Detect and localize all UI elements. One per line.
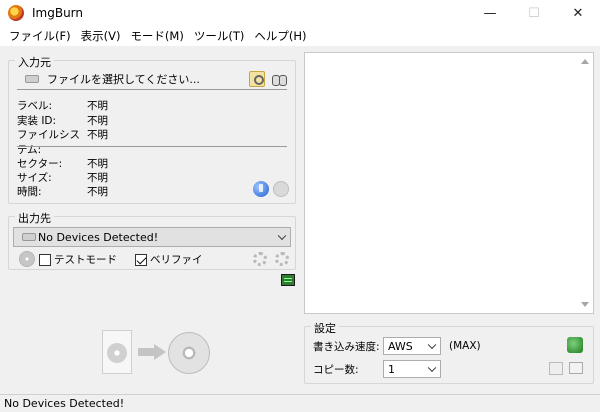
divider [17,89,287,90]
device-properties-icon[interactable] [275,252,289,266]
browse-file-icon[interactable] [249,71,265,87]
drive-icon [22,233,36,241]
write-speed-select[interactable]: AWS [383,337,441,355]
write-speed-row: 書き込み速度: AWS (MAX) [313,337,481,355]
copies-select[interactable]: 1 [383,360,441,378]
arrow-right-icon [138,344,168,360]
close-button[interactable]: ✕ [556,0,600,26]
chevron-down-icon [427,363,437,373]
log-window-icon[interactable] [281,274,295,286]
chevron-down-icon [277,231,287,241]
log-panel[interactable] [304,52,594,314]
copies-label: コピー数: [313,363,359,376]
source-group-title: 入力元 [15,54,54,70]
menu-mode[interactable]: モード(M) [125,28,188,44]
time-field: 時間: 不明 [17,186,108,198]
status-text: No Devices Detected! [4,397,125,410]
scroll-up-icon[interactable] [581,59,589,64]
source-group: 入力元 ファイルを選択してください... ラベル: 不明 実装 ID: 不明 フ… [8,54,296,204]
find-image-icon[interactable] [271,71,287,87]
copies-row: コピー数: 1 [313,360,441,378]
menu-tools[interactable]: ツール(T) [189,28,250,44]
maximize-button[interactable]: ☐ [512,0,556,26]
write-button[interactable] [96,322,216,382]
speed-settings-icon[interactable] [567,337,583,353]
imgburn-logo-icon [8,5,24,21]
help-icon[interactable] [273,181,289,197]
disc-icon [168,332,210,374]
write-speed-label: 書き込み速度: [313,340,380,353]
eject-disc-icon[interactable] [19,251,35,267]
menu-file[interactable]: ファイル(F) [4,28,76,44]
book-icon[interactable] [569,362,583,374]
test-mode-checkbox[interactable]: テストモード [39,252,117,267]
source-file-row: ファイルを選択してください... [17,71,287,87]
write-speed-value: AWS [388,339,413,353]
calendar-icon[interactable] [549,362,563,375]
settings-group: 設定 書き込み速度: AWS (MAX) コピー数: 1 [304,320,594,384]
chevron-down-icon [427,340,437,350]
info-icon[interactable] [253,181,269,197]
size-value: 不明 [87,172,108,184]
scroll-down-icon[interactable] [581,302,589,307]
status-bar: No Devices Detected! [0,394,600,412]
source-file-field[interactable]: ファイルを選択してください... [47,71,243,87]
window-title: ImgBurn [32,6,84,20]
device-settings-icon[interactable] [253,252,267,266]
device-select[interactable]: No Devices Detected! [13,227,291,247]
menu-view[interactable]: 表示(V) [76,28,126,44]
drive-icon [25,75,39,83]
impl-id-value: 不明 [87,115,108,127]
menu-bar: ファイル(F) 表示(V) モード(M) ツール(T) ヘルプ(H) [0,26,600,46]
device-select-value: No Devices Detected! [38,230,159,244]
image-file-icon [102,330,132,374]
verify-checkbox-box[interactable] [135,254,147,266]
sector-field: セクター: 不明 [17,158,108,170]
label-value: 不明 [87,100,108,112]
sector-value: 不明 [87,158,108,170]
copies-value: 1 [388,362,395,376]
settings-group-title: 設定 [311,320,339,336]
menu-help[interactable]: ヘルプ(H) [249,28,311,44]
minimize-button[interactable]: — [468,0,512,26]
verify-checkbox[interactable]: ベリファイ [135,252,203,267]
write-speed-max: (MAX) [449,340,481,352]
destination-group-title: 出力先 [15,210,54,226]
divider [17,146,287,147]
impl-id-field: 実装 ID: 不明 [17,115,108,127]
label-field: ラベル: 不明 [17,100,108,112]
test-mode-checkbox-box[interactable] [39,254,51,266]
window-controls: — ☐ ✕ [468,0,600,26]
filesystem-value: 不明 [87,129,108,141]
size-field: サイズ: 不明 [17,172,108,184]
destination-group: 出力先 No Devices Detected! テストモード ベリファイ [8,210,296,270]
title-bar: ImgBurn — ☐ ✕ [0,0,600,26]
filesystem-field: ファイルシステム: 不明 [17,129,108,156]
time-value: 不明 [87,186,108,198]
